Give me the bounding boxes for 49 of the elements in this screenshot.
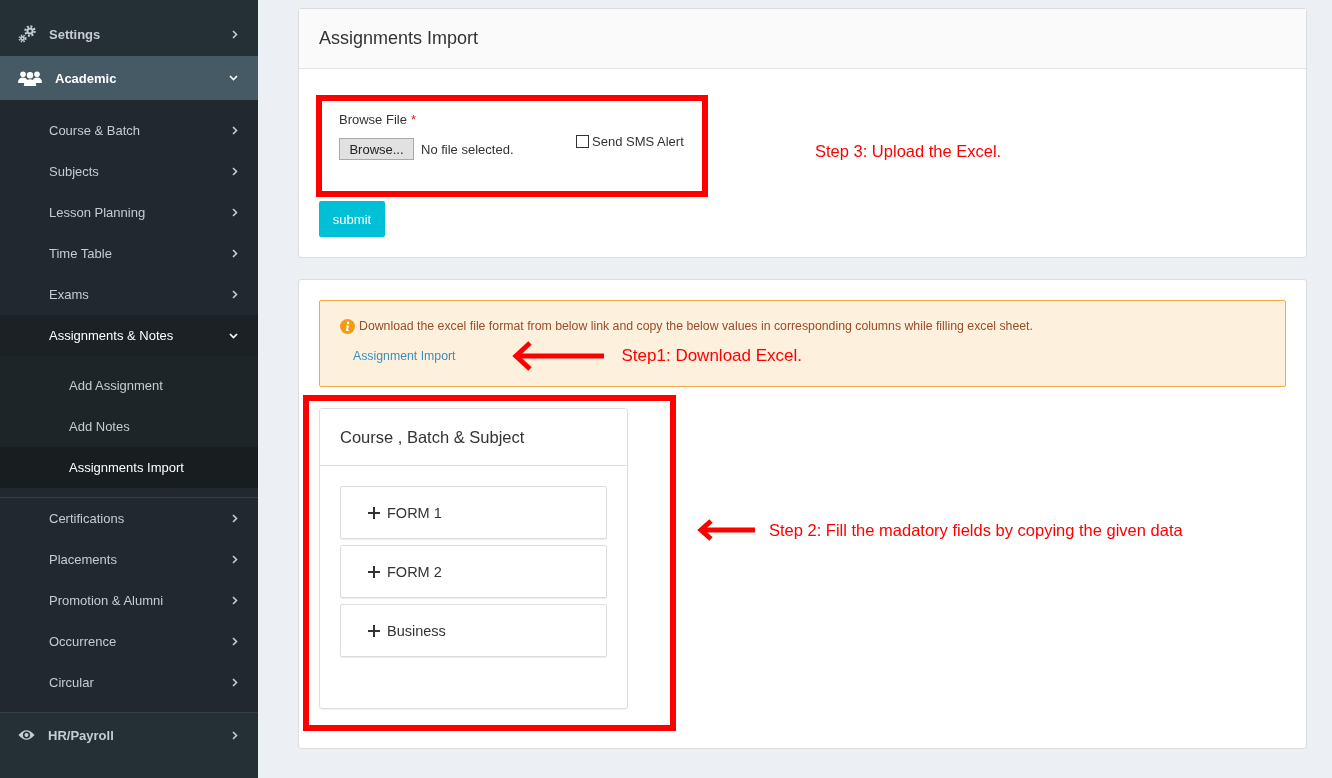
sms-alert-label: Send SMS Alert — [592, 133, 684, 149]
sidebar-item[interactable]: Time Table — [0, 233, 258, 274]
checkbox[interactable] — [576, 134, 589, 148]
chevron-down-icon — [229, 332, 238, 339]
annotation-text: Step1: Download Excel. — [621, 346, 802, 366]
card-title: Assignments Import — [319, 28, 479, 49]
panel-title: Course , Batch & Subject — [340, 427, 525, 447]
eye-icon — [18, 729, 35, 741]
chevron-right-icon — [232, 290, 238, 299]
chevron-right-icon — [232, 249, 238, 258]
sidebar-item[interactable]: Assignments & Notes — [0, 315, 258, 356]
accordion-item[interactable]: FORM 1 — [340, 486, 607, 539]
sidebar-item[interactable]: Course & Batch — [0, 110, 258, 151]
sidebar-item[interactable]: Add Assignment — [0, 365, 258, 406]
field-label: Browse File * — [339, 112, 416, 127]
sidebar-item[interactable]: Circular — [0, 662, 258, 703]
annotation-text: Step 2: Fill the madatory fields by copying the given data — [769, 520, 1183, 540]
sidebar-item[interactable]: Settings — [0, 12, 258, 56]
sidebar-item[interactable]: Exams — [0, 274, 258, 315]
chevron-right-icon — [232, 29, 238, 39]
browse-button[interactable]: Browse... — [339, 138, 414, 160]
sidebar-item[interactable]: Promotion & Alumni — [0, 580, 258, 621]
chevron-down-icon — [229, 75, 238, 81]
accordion-item[interactable]: Business — [340, 604, 607, 657]
chevron-right-icon — [232, 637, 238, 646]
sidebar-item[interactable]: Occurrence — [0, 621, 258, 662]
file-status-text: No file selected. — [421, 141, 514, 157]
chevron-right-icon — [232, 514, 238, 523]
info-icon — [340, 318, 355, 334]
chevron-right-icon — [232, 678, 238, 687]
sidebar-item[interactable]: Academic — [0, 56, 258, 100]
sidebar-item[interactable]: Assignments Import — [0, 447, 258, 488]
annotation-text: Step 3: Upload the Excel. — [815, 141, 1002, 161]
sidebar-item[interactable]: Certifications — [0, 498, 258, 539]
chevron-right-icon — [232, 730, 238, 740]
chevron-right-icon — [232, 208, 238, 217]
gear-icon — [18, 25, 36, 43]
chevron-right-icon — [232, 126, 238, 135]
sidebar-item[interactable]: HR/Payroll — [0, 713, 258, 757]
alert-text: Download the excel file format from below link and copy the below values in corresponding columns while filling excel sheet. — [359, 319, 1033, 333]
people-icon — [18, 70, 42, 86]
sidebar-item[interactable]: Subjects — [0, 151, 258, 192]
chevron-right-icon — [232, 596, 238, 605]
chevron-right-icon — [232, 555, 238, 564]
sidebar-item[interactable]: Lesson Planning — [0, 192, 258, 233]
chevron-right-icon — [232, 167, 238, 176]
accordion-item[interactable]: FORM 2 — [340, 545, 607, 598]
sidebar-item[interactable]: Placements — [0, 539, 258, 580]
sidebar-item[interactable]: Add Notes — [0, 406, 258, 447]
